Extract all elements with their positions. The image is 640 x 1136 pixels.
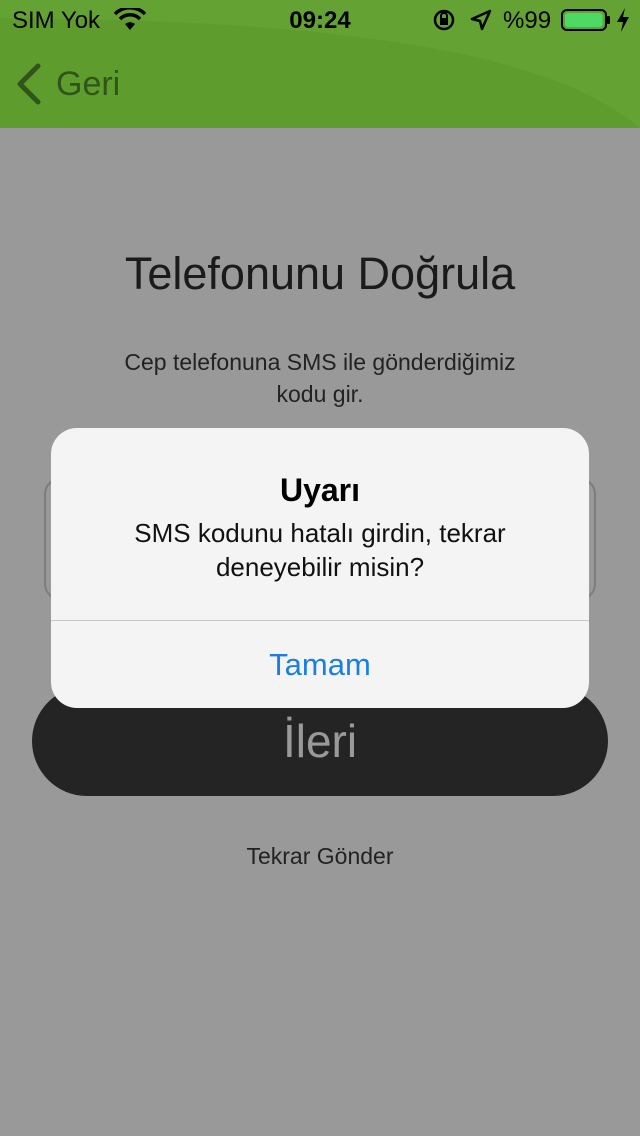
chevron-left-icon (17, 63, 41, 105)
ok-button[interactable]: Tamam (51, 621, 589, 708)
alert-title: Uyarı (279, 472, 361, 508)
battery-percent: %99 (503, 7, 552, 34)
back-label: Geri (56, 64, 121, 103)
battery-icon (561, 9, 610, 31)
nav-header: SIM Yok 09:24 %99 Geri (0, 0, 640, 128)
back-button[interactable]: Geri (14, 60, 120, 108)
charging-bolt-icon (617, 8, 629, 32)
status-bar: SIM Yok 09:24 %99 (0, 0, 640, 40)
alert-message: SMS kodunu hatalı girdin, tekrar deneyeb… (134, 518, 506, 582)
orientation-lock-icon (433, 9, 455, 31)
alert-dialog: Uyarı SMS kodunu hatalı girdin, tekrar d… (51, 428, 589, 708)
location-arrow-icon (470, 9, 492, 31)
